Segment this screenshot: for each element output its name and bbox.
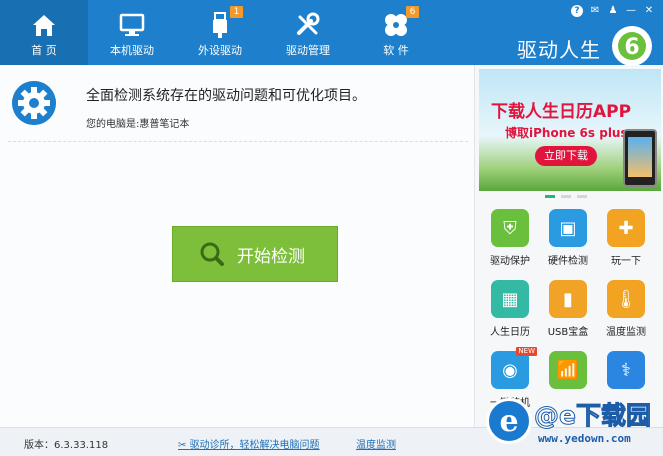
usb-box-icon: ▮ xyxy=(549,280,587,318)
carousel-dot[interactable] xyxy=(545,195,555,198)
start-scan-button[interactable]: 开始检测 xyxy=(172,226,338,282)
brand-title: 驱动人生 xyxy=(517,38,601,62)
tool-calendar[interactable]: ▦ 人生日历 xyxy=(481,280,539,338)
version-text: 版本：6.3.33.118 xyxy=(24,440,109,451)
tool-temperature[interactable]: 🌡 温度监测 xyxy=(597,280,655,338)
carousel-dot[interactable] xyxy=(577,195,587,198)
watermark-text: @e下载园 xyxy=(534,401,652,431)
search-icon xyxy=(200,242,224,266)
nav-local-driver-label: 本机驱动 xyxy=(110,44,154,57)
nav-local-driver[interactable]: 本机驱动 xyxy=(88,0,176,65)
phone-image xyxy=(623,129,657,187)
tool-usb-box[interactable]: ▮ USB宝盒 xyxy=(539,280,597,338)
gamepad-icon: ✚ xyxy=(607,209,645,247)
promo-download-button[interactable]: 立即下载 xyxy=(535,146,597,166)
skin-icon[interactable]: ♟ xyxy=(607,5,619,17)
svg-text:6: 6 xyxy=(624,35,639,60)
carousel-dot[interactable] xyxy=(561,195,571,198)
nav-home-label: 首 页 xyxy=(31,44,57,57)
computer-info: 您的电脑是:惠普笔记本 xyxy=(86,119,190,130)
main-nav: 首 页 本机驱动 1 外设驱动 驱动管理 6 软 件 xyxy=(0,0,440,65)
promo-title: 下载人生日历APP xyxy=(491,102,632,122)
watermark-url: www.yedown.com xyxy=(538,432,631,445)
title-bar: 首 页 本机驱动 1 外设驱动 驱动管理 6 软 件 ? ✉ ♟ — ✕ 驱动人… xyxy=(0,0,663,66)
brand-logo-icon: 6 xyxy=(612,26,652,66)
driver-clinic-link[interactable]: ✂ 驱动诊所，轻松解决电脑问题 xyxy=(178,436,320,451)
page-title: 全面检测系统存在的驱动问题和可优化项目。 xyxy=(86,88,366,104)
thermometer-icon: 🌡 xyxy=(607,280,645,318)
hardware-icon: ▣ xyxy=(549,209,587,247)
watermark-logo-icon xyxy=(486,398,532,444)
main-panel: 全面检测系统存在的驱动问题和可优化项目。 您的电脑是:惠普笔记本 开始检测 xyxy=(0,65,474,427)
install-icon: ◉ NEW xyxy=(491,347,537,389)
watermark: @e下载园 www.yedown.com xyxy=(486,392,663,454)
nav-driver-manage[interactable]: 驱动管理 xyxy=(264,0,352,65)
monitor-icon xyxy=(119,13,145,36)
shield-icon: ⛨ xyxy=(491,209,529,247)
start-scan-label: 开始检测 xyxy=(237,246,305,267)
promo-subtitle: 博取iPhone 6s plus xyxy=(505,126,628,140)
message-icon[interactable]: ✉ xyxy=(589,5,601,17)
nav-software-label: 软 件 xyxy=(383,44,409,57)
doctor-icon: ⚕ xyxy=(607,351,645,389)
calendar-icon: ▦ xyxy=(491,280,529,318)
minimize-icon[interactable]: — xyxy=(625,5,637,17)
nav-home[interactable]: 首 页 xyxy=(0,0,88,65)
driver-clinic-label: 驱动诊所，轻松解决电脑问题 xyxy=(189,440,320,451)
tool-label: 驱动保护 xyxy=(490,256,530,267)
tool-label: 玩一下 xyxy=(611,256,641,267)
home-icon xyxy=(33,15,55,36)
nav-driver-manage-label: 驱动管理 xyxy=(286,44,330,57)
carousel-dots xyxy=(545,195,587,198)
tool-play[interactable]: ✚ 玩一下 xyxy=(597,209,655,267)
software-badge: 6 xyxy=(406,6,419,18)
tool-label: USB宝盒 xyxy=(547,327,589,338)
window-controls: ? ✉ ♟ — ✕ xyxy=(571,5,655,17)
tool-label: 人生日历 xyxy=(490,327,530,338)
nav-peripheral-driver-label: 外设驱动 xyxy=(198,44,242,57)
divider xyxy=(8,141,468,142)
temperature-link[interactable]: 温度监测 xyxy=(356,436,396,451)
peripheral-badge: 1 xyxy=(230,6,243,18)
new-badge: NEW xyxy=(516,347,537,356)
nav-peripheral-driver[interactable]: 1 外设驱动 xyxy=(176,0,264,65)
tool-hardware-check[interactable]: ▣ 硬件检测 xyxy=(539,209,597,267)
tool-grid: ⛨ 驱动保护 ▣ 硬件检测 ✚ 玩一下 ▦ 人生日历 ▮ USB宝盒 🌡 温度监… xyxy=(481,209,659,409)
close-icon[interactable]: ✕ xyxy=(643,5,655,17)
gear-icon xyxy=(12,81,56,125)
promo-banner[interactable]: 下载人生日历APP 博取iPhone 6s plus 立即下载 xyxy=(479,69,661,191)
tool-label: 温度监测 xyxy=(606,327,646,338)
tool-label: 硬件检测 xyxy=(548,256,588,267)
nav-software[interactable]: 6 软 件 xyxy=(352,0,440,65)
help-icon[interactable]: ? xyxy=(571,5,583,17)
wifi-icon: 📶 xyxy=(549,351,587,389)
tools-icon xyxy=(297,12,320,35)
side-panel: 下载人生日历APP 博取iPhone 6s plus 立即下载 ⛨ 驱动保护 ▣… xyxy=(474,65,663,427)
tool-driver-protect[interactable]: ⛨ 驱动保护 xyxy=(481,209,539,267)
